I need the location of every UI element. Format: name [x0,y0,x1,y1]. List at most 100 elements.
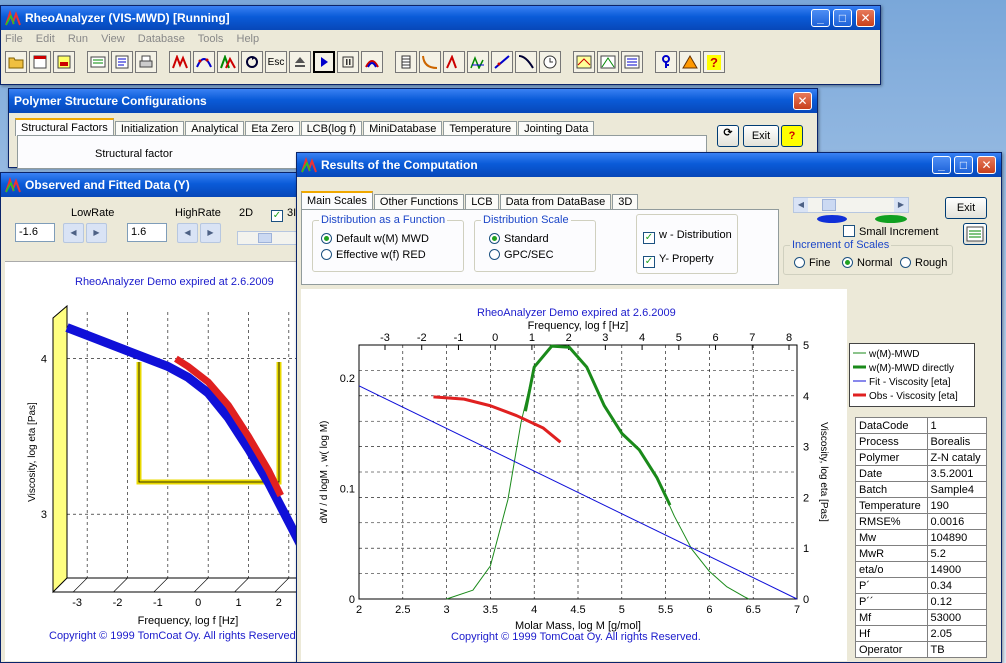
help-icon[interactable]: ? [703,51,725,73]
scroll-left-icon[interactable]: ◀ [794,198,808,212]
structure-exit-button[interactable]: Exit [743,125,779,147]
chart-settings-icon-1[interactable] [573,51,595,73]
info-value: Sample4 [926,481,988,498]
curve-icon-5[interactable] [515,51,537,73]
tab-lcb[interactable]: LCB(log f) [300,121,363,136]
x-axis-label: Frequency, log f [Hz] [138,615,239,627]
info-key: MwR [855,545,928,562]
arrow-right-icon[interactable]: ▶ [86,223,107,243]
x2-tick-label: -1 [454,332,464,344]
structure-refresh-button[interactable]: ⟳ [717,125,739,147]
fit-icon[interactable] [193,51,215,73]
mode-3d-checkbox[interactable]: ✓ 3I [271,207,296,222]
results-legend: w(M)-MWD w(M)-MWD directly Fit - Viscosity… [849,343,975,407]
x2-axis-label: Frequency, log f [Hz] [528,320,629,332]
results-title-bar[interactable]: Results of the Computation _ □ ✕ [297,153,1001,177]
print-icon[interactable] [135,51,157,73]
main-title-bar[interactable]: RheoAnalyzer (VIS-MWD) [Running] _ □ ✕ [1,6,880,30]
chart-settings-icon-3[interactable] [621,51,643,73]
results-exit-button[interactable]: Exit [945,197,987,219]
info-key: P´ [855,577,928,594]
eject-icon[interactable] [289,51,311,73]
tab-eta-zero[interactable]: Eta Zero [245,121,300,136]
tab-data-from-database[interactable]: Data from DataBase [499,194,612,209]
tab-jointing-data[interactable]: Jointing Data [518,121,595,136]
arrow-left-icon[interactable]: ◀ [63,223,84,243]
menu-edit[interactable]: Edit [36,33,55,45]
results-chart: 2 2.5 3 3.5 4 4.5 5 5.5 6 6.5 7 -3 -2 -1 0 1 2 3 4 5 6 7 8 0 0.1… [319,320,829,632]
minimize-button[interactable]: _ [811,9,830,27]
small-increment-checkbox[interactable]: Small Increment [843,225,938,238]
low-rate-spinner[interactable]: ◀ ▶ [63,223,107,243]
about-icon[interactable] [679,51,701,73]
tab-other-functions[interactable]: Other Functions [373,194,465,209]
report-icon[interactable] [111,51,133,73]
key-icon[interactable] [655,51,677,73]
curve-icon-1[interactable] [419,51,441,73]
high-rate-spinner[interactable]: ◀ ▶ [177,223,221,243]
tab-structural-factors[interactable]: Structural Factors [15,118,114,136]
clock-icon[interactable] [539,51,561,73]
normal-radio[interactable]: Normal [842,257,892,269]
tab-temperature[interactable]: Temperature [443,121,518,136]
pause-icon[interactable] [337,51,359,73]
menu-run[interactable]: Run [68,33,88,45]
legend-label: Fit - Viscosity [eta] [869,377,951,388]
rainbow-icon[interactable] [361,51,383,73]
close-button[interactable]: ✕ [856,9,875,27]
y-property-checkbox[interactable]: ✓ Y- Property [643,253,714,268]
effective-wf-radio[interactable]: Effective w(f) RED [321,249,426,261]
open-folder-icon[interactable] [5,51,27,73]
info-value: TB [926,641,988,658]
rough-radio[interactable]: Rough [900,257,947,269]
structure-close-button[interactable]: ✕ [793,92,812,110]
menu-help[interactable]: Help [237,33,260,45]
structure-title-bar[interactable]: Polymer Structure Configurations ✕ [9,89,817,113]
refresh-icon[interactable] [241,51,263,73]
curve-icon-4[interactable] [491,51,513,73]
fine-radio[interactable]: Fine [794,257,830,269]
arrow-left-icon[interactable]: ◀ [177,223,198,243]
table-row: eta/o 14900 [855,561,988,578]
structure-help-button[interactable]: ? [781,125,803,147]
tab-lcb[interactable]: LCB [465,194,499,209]
curve-icon-2[interactable] [443,51,465,73]
mwd-icon[interactable] [217,51,239,73]
observed-scroll-thumb[interactable] [258,233,272,243]
results-scroll-thumb[interactable] [822,199,836,211]
chart-settings-icon-2[interactable] [597,51,619,73]
low-rate-input[interactable]: -1.6 [15,223,55,242]
tab-main-scales[interactable]: Main Scales [301,191,373,209]
menu-tools[interactable]: Tools [198,33,224,45]
table-row: Polymer Z-N cataly [855,449,988,466]
tab-analytical[interactable]: Analytical [185,121,245,136]
menu-database[interactable]: Database [138,33,185,45]
tab-minidatabase[interactable]: MiniDatabase [363,121,443,136]
maximize-button[interactable]: □ [833,9,852,27]
database-icon[interactable] [87,51,109,73]
high-rate-input[interactable]: 1.6 [127,223,167,242]
menu-file[interactable]: File [5,33,23,45]
results-scrollbar[interactable]: ◀ ▶ [793,197,909,213]
open-data-icon[interactable] [29,51,51,73]
scroll-right-icon[interactable]: ▶ [894,198,908,212]
run-analysis-icon[interactable] [169,51,191,73]
play-icon[interactable] [313,51,335,73]
tab-initialization[interactable]: Initialization [114,121,185,136]
table-icon[interactable] [395,51,417,73]
curve-icon-3[interactable] [467,51,489,73]
results-maximize-button[interactable]: □ [954,156,973,174]
tab-3d[interactable]: 3D [612,194,639,209]
save-data-icon[interactable] [53,51,75,73]
results-minimize-button[interactable]: _ [932,156,951,174]
default-wm-radio[interactable]: Default w(M) MWD [321,233,429,245]
gpc-sec-radio[interactable]: GPC/SEC [489,249,554,261]
observed-title-bar[interactable]: Observed and Fitted Data (Y) [1,173,309,197]
escape-button[interactable]: Esc [265,51,287,73]
results-settings-icon[interactable] [963,223,987,245]
arrow-right-icon[interactable]: ▶ [200,223,221,243]
standard-radio[interactable]: Standard [489,233,549,245]
w-distribution-checkbox[interactable]: ✓ w - Distribution [643,229,732,244]
results-close-button[interactable]: ✕ [977,156,996,174]
menu-view[interactable]: View [101,33,125,45]
